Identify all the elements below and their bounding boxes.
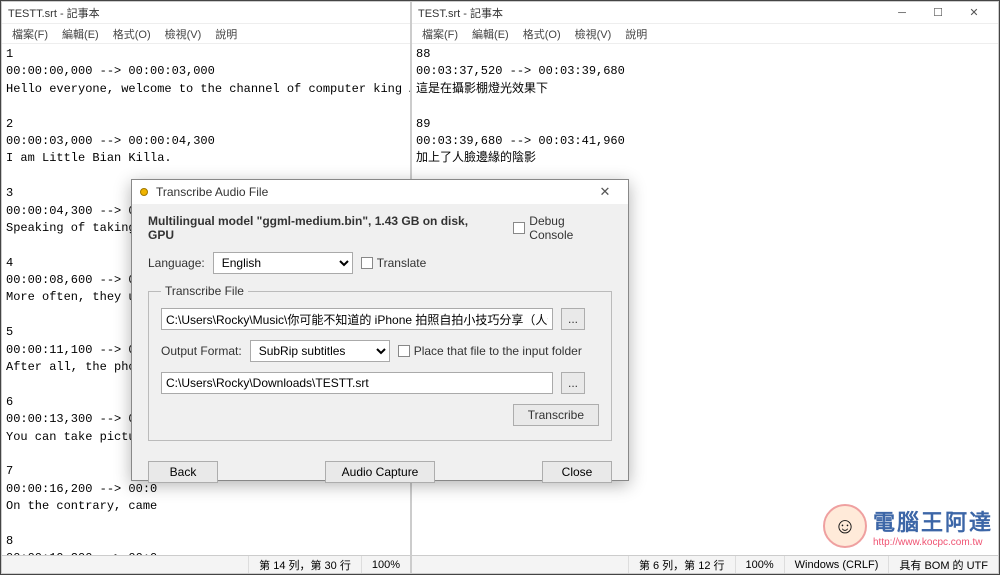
menu-edit[interactable]: 編輯(E) [466,24,515,44]
browse-output-button[interactable]: ... [561,372,585,394]
transcribe-dialog: Transcribe Audio File ✕ Multilingual mod… [131,179,629,481]
minimize-button[interactable]: ─ [884,2,920,24]
menubar: 檔案(F) 編輯(E) 格式(O) 檢視(V) 說明 [412,24,998,44]
status-encoding: 具有 BOM 的 UTF [888,556,998,573]
menu-file[interactable]: 檔案(F) [6,24,54,44]
close-button[interactable]: Close [542,461,612,483]
audio-capture-button[interactable]: Audio Capture [325,461,435,483]
menu-view[interactable]: 檢視(V) [159,24,208,44]
titlebar[interactable]: TEST.srt - 記事本 ─ ☐ ✕ [412,2,998,24]
avatar-icon: ☺ [823,504,867,548]
statusbar: 第 14 列，第 30 行 100% [2,555,410,573]
language-select[interactable]: English [213,252,353,274]
transcribe-file-group: Transcribe File ... Output Format: SubRi… [148,284,612,441]
window-title: TESTT.srt - 記事本 [8,5,100,21]
place-to-input-checkbox[interactable]: Place that file to the input folder [398,344,582,358]
menu-edit[interactable]: 編輯(E) [56,24,105,44]
app-icon [140,188,148,196]
menu-view[interactable]: 檢視(V) [569,24,618,44]
menu-format[interactable]: 格式(O) [107,24,157,44]
input-file-path[interactable] [161,308,553,330]
watermark-text: 電腦王阿達 [873,505,993,537]
debug-console-checkbox[interactable]: Debug Console [513,214,612,242]
menubar: 檔案(F) 編輯(E) 格式(O) 檢視(V) 說明 [2,24,410,44]
close-button[interactable]: ✕ [956,2,992,24]
transcribe-button[interactable]: Transcribe [513,404,599,426]
fieldset-legend: Transcribe File [161,284,248,298]
watermark-url: http://www.kocpc.com.tw [873,537,993,548]
output-format-label: Output Format: [161,344,242,358]
menu-help[interactable]: 說明 [619,24,653,44]
model-info: Multilingual model "ggml-medium.bin", 1.… [148,214,497,242]
statusbar: 第 6 列，第 12 行 100% Windows (CRLF) 具有 BOM … [412,555,998,573]
titlebar[interactable]: TESTT.srt - 記事本 [2,2,410,24]
browse-input-button[interactable]: ... [561,308,585,330]
watermark: ☺ 電腦王阿達 http://www.kocpc.com.tw [823,504,993,548]
window-title: TEST.srt - 記事本 [418,5,503,21]
status-position: 第 6 列，第 12 行 [628,556,735,573]
dialog-title: Transcribe Audio File [156,185,268,199]
menu-format[interactable]: 格式(O) [517,24,567,44]
language-label: Language: [148,256,205,270]
output-format-select[interactable]: SubRip subtitles [250,340,390,362]
menu-help[interactable]: 說明 [209,24,243,44]
status-zoom: 100% [361,556,410,573]
output-file-path[interactable] [161,372,553,394]
dialog-titlebar[interactable]: Transcribe Audio File ✕ [132,180,628,204]
status-eol: Windows (CRLF) [784,556,889,573]
status-zoom: 100% [735,556,784,573]
close-icon[interactable]: ✕ [590,180,620,204]
translate-checkbox[interactable]: Translate [361,256,427,270]
back-button[interactable]: Back [148,461,218,483]
maximize-button[interactable]: ☐ [920,2,956,24]
menu-file[interactable]: 檔案(F) [416,24,464,44]
status-position: 第 14 列，第 30 行 [248,556,361,573]
